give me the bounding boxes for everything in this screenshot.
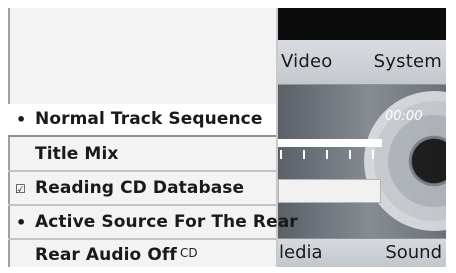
menu-item-normal-track-sequence[interactable]: • Normal Track Sequence: [8, 104, 276, 137]
status-bar: [278, 8, 446, 41]
bottom-menu-bar: ledia Sound: [278, 238, 446, 267]
tab-system[interactable]: System: [374, 51, 442, 72]
tab-video[interactable]: Video: [281, 51, 332, 72]
checkbox-checked-icon: ☑: [15, 182, 26, 196]
menu-item-label: Active Source For The Rear: [35, 212, 298, 232]
progress-ticks: [278, 150, 382, 164]
progress-tick: [303, 150, 305, 159]
elapsed-time: 00:00: [385, 109, 423, 124]
tab-media[interactable]: ledia: [279, 242, 323, 263]
menu-item-label: Title Mix: [35, 144, 119, 164]
tab-sound[interactable]: Sound: [385, 242, 442, 263]
media-content-area: 00:00: [278, 85, 446, 238]
menu-item-reading-cd-database[interactable]: ☑ Reading CD Database: [8, 173, 276, 206]
progress-tick: [326, 150, 328, 159]
menu-item-label: Normal Track Sequence: [35, 109, 263, 129]
progress-tick: [372, 150, 374, 159]
progress-tick: [280, 150, 282, 159]
progress-tick: [349, 150, 351, 159]
menu-item-rear-audio-off[interactable]: Rear Audio Off CD: [8, 240, 276, 273]
track-info-field: [278, 179, 381, 203]
radio-selected-icon: •: [16, 110, 27, 129]
track-progress-bar: [278, 139, 382, 147]
head-unit-display: Video System 00:00 ledia Sound: [278, 8, 446, 267]
track-progress-fill: [278, 139, 382, 147]
menu-item-label: Reading CD Database: [35, 178, 245, 198]
cd-rear-icon: CD: [180, 246, 198, 260]
options-menu: • Normal Track Sequence Title Mix ☑ Read…: [8, 8, 298, 267]
menu-item-label: Rear Audio Off: [35, 245, 177, 265]
main-menu-bar: Video System: [278, 40, 446, 85]
radio-selected-icon: •: [16, 213, 27, 232]
menu-item-active-source-rear[interactable]: • Active Source For The Rear: [8, 207, 298, 240]
menu-item-title-mix[interactable]: Title Mix: [8, 139, 276, 172]
